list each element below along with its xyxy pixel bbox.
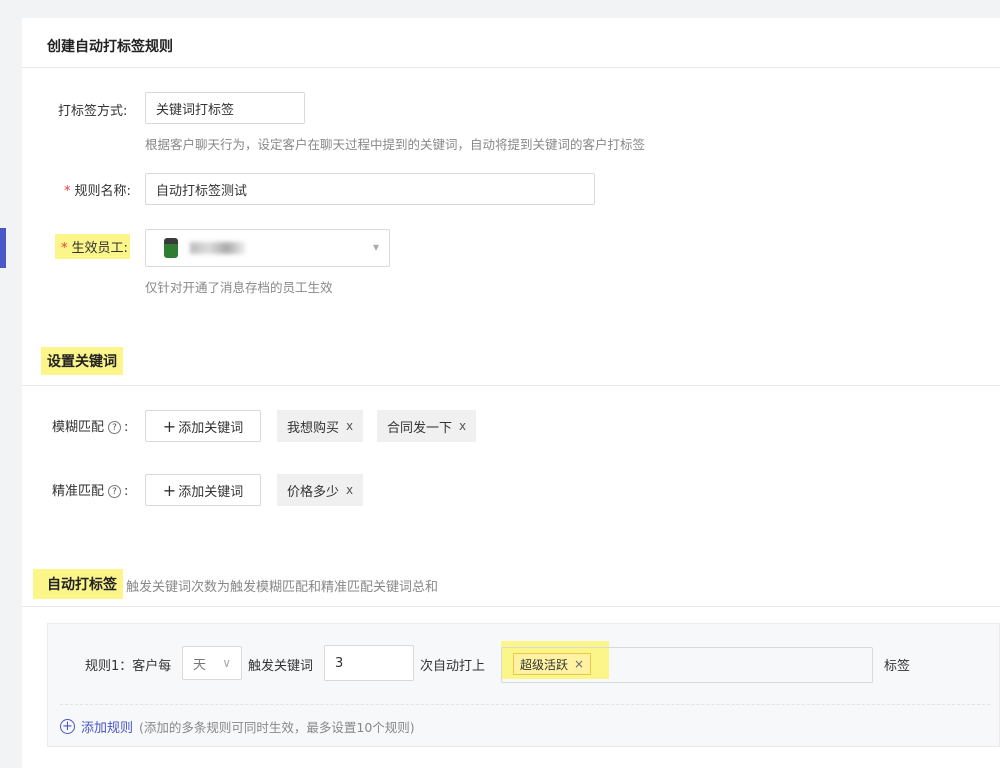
close-icon[interactable]: × [574,657,584,671]
close-icon[interactable]: x [346,419,353,433]
rule-name-label: * 规则名称: [64,184,131,199]
rule-box-divider [60,704,990,705]
required-mark: * [64,184,71,199]
page-title: 创建自动打标签规则 [47,39,173,55]
close-icon[interactable]: x [346,483,353,497]
rule-1-prefix: 规则1：客户每 [85,659,172,674]
tag-suffix: 标签 [884,659,911,674]
period-select[interactable]: 天 ∨ [182,646,242,680]
required-mark: * [61,241,68,256]
keyword-chip: 价格多少 x [277,474,364,506]
help-icon[interactable]: ? [108,485,122,498]
period-value: 天 [193,657,207,673]
employee-name-blurred [190,242,245,254]
plus-icon: + [162,416,177,436]
auto-tag-divider [22,606,1000,607]
auto-label: 次自动打上 [420,659,486,674]
add-fuzzy-keyword-button[interactable]: + 添加关键词 [145,410,261,442]
keyword-chip: 我想购买 x [277,410,364,442]
add-exact-keyword-button[interactable]: + 添加关键词 [145,474,261,506]
keywords-divider [22,385,1000,386]
exact-match-label: 精准匹配?: [52,484,129,499]
add-circle-icon[interactable]: + [60,719,75,734]
count-value: 3 [335,655,344,671]
employee-select[interactable]: ▾ [145,229,390,267]
method-hint: 根据客户聊天行为，设定客户在聊天过程中提到的关键词，自动将提到关键词的客户打标签 [145,137,646,152]
auto-tag-hint: 触发关键词次数为触发模糊匹配和精准匹配关键词总和 [126,580,439,595]
chevron-down-icon: ∨ [222,656,231,670]
auto-tag-section-title: 自动打标签 [33,569,123,599]
employee-hint: 仅针对开通了消息存档的员工生效 [145,280,333,295]
method-label: 打标签方式: [58,104,128,119]
add-rule-hint: (添加的多条规则可同时生效，最多设置10个规则) [139,720,415,735]
rule-name-input[interactable]: 自动打标签测试 [145,173,595,205]
close-icon[interactable]: x [459,419,466,433]
rule-1-box: 规则1：客户每 天 ∨ 触发关键词 3 次自动打上 超级活跃 × 标签 + 添加规… [47,623,1000,747]
keyword-chip: 合同发一下 x [377,410,477,442]
employee-label: * 生效员工: [55,234,130,259]
add-rule-link[interactable]: 添加规则 [81,717,133,736]
method-select[interactable]: 关键词打标签 [145,92,305,124]
tag-chip: 超级活跃 × [513,653,592,675]
header-divider [22,67,1000,68]
rule-name-value: 自动打标签测试 [156,183,248,199]
fuzzy-match-label: 模糊匹配?: [52,420,129,435]
avatar [164,238,178,258]
trigger-label: 触发关键词 [248,659,314,674]
keywords-section-title: 设置关键词 [41,347,123,375]
help-icon[interactable]: ? [108,421,122,434]
left-nav-accent [0,228,6,268]
method-value: 关键词打标签 [156,102,235,118]
count-input[interactable]: 3 [324,645,414,681]
plus-icon: + [162,480,177,500]
caret-down-icon: ▾ [372,240,379,254]
add-rule-row: + 添加规则 (添加的多条规则可同时生效，最多设置10个规则) [60,717,415,736]
rule-form-card: 创建自动打标签规则 打标签方式: 关键词打标签 根据客户聊天行为，设定客户在聊天… [22,18,1000,768]
